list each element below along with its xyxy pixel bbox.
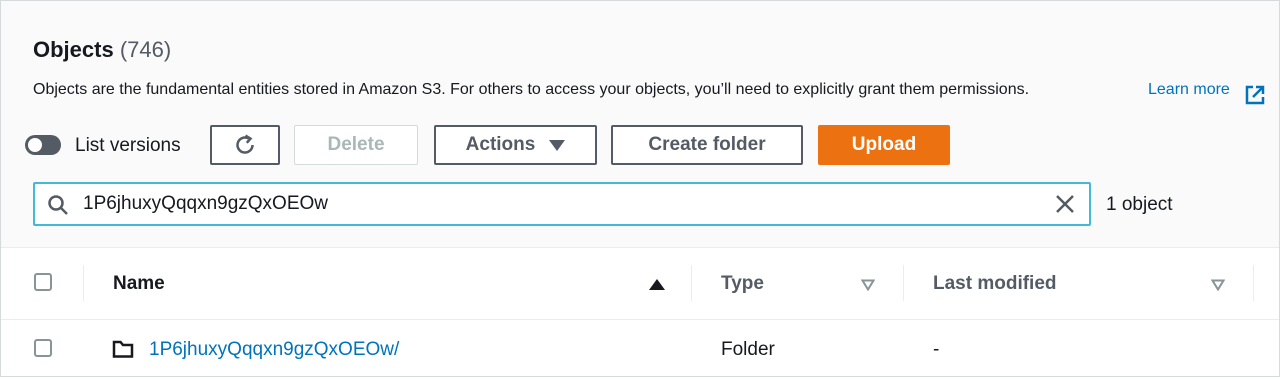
- select-all-checkbox[interactable]: [34, 273, 52, 291]
- learn-more-link[interactable]: Learn more: [1148, 81, 1230, 99]
- result-count: 1 object: [1106, 194, 1173, 215]
- objects-header: Objects (746) Objects are the fundamenta…: [1, 1, 1279, 248]
- delete-button[interactable]: Delete: [294, 125, 418, 165]
- external-link-icon[interactable]: [1244, 84, 1266, 106]
- clear-icon[interactable]: [1053, 192, 1077, 216]
- create-folder-button[interactable]: Create folder: [611, 125, 803, 165]
- search-icon: [48, 195, 68, 215]
- column-divider: [83, 265, 84, 301]
- folder-icon: [112, 340, 134, 358]
- header-divider: [1, 319, 1279, 320]
- folder-link[interactable]: 1P6jhuxyQqqxn9gzQxOEOw/: [149, 339, 399, 361]
- type-cell: Folder: [721, 339, 775, 360]
- toggle-knob: [28, 138, 42, 152]
- last-modified-cell: -: [933, 339, 940, 360]
- objects-panel: Objects (746) Objects are the fundamenta…: [0, 0, 1280, 377]
- page-title: Objects (746): [33, 37, 171, 63]
- title-text: Objects: [33, 37, 114, 62]
- column-divider: [691, 265, 692, 301]
- upload-button[interactable]: Upload: [818, 125, 950, 165]
- refresh-icon: [236, 134, 254, 154]
- list-versions-label: List versions: [75, 135, 181, 156]
- search-input[interactable]: [83, 190, 1033, 218]
- search-box: [33, 182, 1091, 226]
- list-versions-toggle[interactable]: [25, 135, 61, 155]
- actions-label: Actions: [465, 134, 536, 155]
- actions-dropdown[interactable]: Actions: [434, 125, 597, 165]
- caret-down-icon: [549, 139, 566, 151]
- page-description: Objects are the fundamental entities sto…: [33, 81, 1030, 98]
- object-count: (746): [119, 37, 172, 62]
- column-divider: [903, 265, 904, 301]
- column-header-name[interactable]: Name: [113, 273, 165, 295]
- sort-icon[interactable]: [1211, 279, 1225, 291]
- column-header-last-modified[interactable]: Last modified: [933, 273, 1057, 295]
- row-checkbox[interactable]: [34, 339, 52, 357]
- refresh-button[interactable]: [210, 125, 280, 165]
- sort-ascending-icon[interactable]: [649, 279, 665, 290]
- table-bottom-border: [0, 376, 1280, 377]
- column-header-type[interactable]: Type: [721, 273, 764, 295]
- column-divider: [1253, 265, 1254, 301]
- sort-icon[interactable]: [861, 279, 875, 291]
